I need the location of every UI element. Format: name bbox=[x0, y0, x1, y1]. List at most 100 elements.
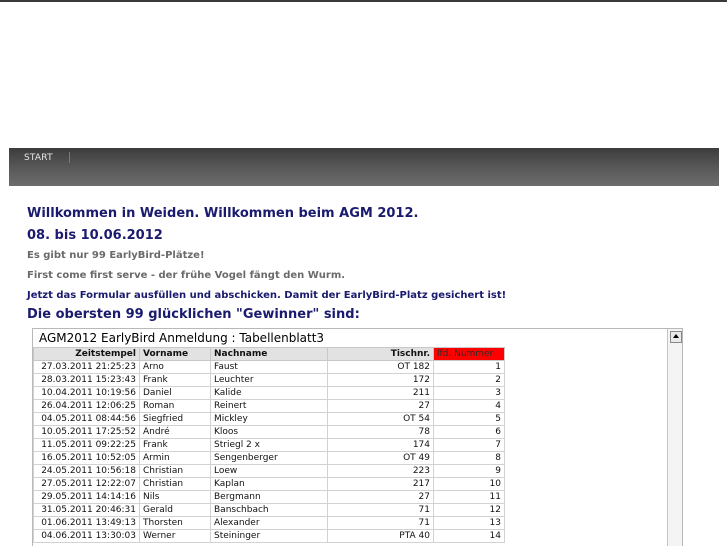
cell-nachname: Banschbach bbox=[210, 503, 328, 517]
cell-vorname: Daniel bbox=[139, 386, 211, 400]
cell-vorname: Arno bbox=[139, 360, 211, 374]
cell-tischnr: OT 182 bbox=[327, 360, 434, 374]
cell-zeitstempel: 16.05.2011 10:52:05 bbox=[33, 451, 140, 465]
table-row: 16.05.2011 10:52:05 Armin Sengenberger OT 4… bbox=[33, 451, 505, 465]
main-content: Willkommen in Weiden. Willkommen beim AG… bbox=[9, 186, 719, 546]
col-header-zeitstempel: Zeitstempel bbox=[33, 347, 140, 361]
cell-nachname: Mickley bbox=[210, 412, 328, 426]
cell-lfd-nummer: 3 bbox=[433, 386, 505, 400]
cell-vorname: André bbox=[139, 425, 211, 439]
cell-lfd-nummer: 5 bbox=[433, 412, 505, 426]
cell-tischnr: 174 bbox=[327, 438, 434, 452]
scroll-up-arrow-icon[interactable] bbox=[670, 331, 682, 343]
cell-nachname: Faust bbox=[210, 360, 328, 374]
cell-lfd-nummer: 9 bbox=[433, 464, 505, 478]
table-row: 10.04.2011 10:19:56 Daniel Kalide 211 3 bbox=[33, 386, 505, 400]
col-header-nachname: Nachname bbox=[210, 347, 328, 361]
embedded-spreadsheet[interactable]: AGM2012 EarlyBird Anmeldung : Tabellenbl… bbox=[32, 328, 683, 546]
nav-start-link[interactable]: START bbox=[24, 153, 53, 163]
cell-lfd-nummer: 1 bbox=[433, 360, 505, 374]
top-border bbox=[0, 0, 727, 2]
col-header-tischnr: Tischnr. bbox=[327, 347, 434, 361]
table-row: 04.06.2011 13:30:03 Werner Steininger PTA 4… bbox=[33, 529, 505, 543]
cell-tischnr: 172 bbox=[327, 373, 434, 387]
welcome-heading: Willkommen in Weiden. Willkommen beim AG… bbox=[27, 206, 419, 221]
cell-zeitstempel: 10.04.2011 10:19:56 bbox=[33, 386, 140, 400]
cell-zeitstempel: 11.05.2011 09:22:25 bbox=[33, 438, 140, 452]
cell-nachname: Alexander bbox=[210, 516, 328, 530]
cell-zeitstempel: 31.05.2011 20:46:31 bbox=[33, 503, 140, 517]
cell-zeitstempel: 01.06.2011 13:49:13 bbox=[33, 516, 140, 530]
table-row: 27.03.2011 21:25:23 Arno Faust OT 182 1 bbox=[33, 360, 505, 374]
cell-tischnr: 223 bbox=[327, 464, 434, 478]
cell-vorname: Werner bbox=[139, 529, 211, 543]
table-row: 11.05.2011 09:22:25 Frank Striegl 2 x 174 7 bbox=[33, 438, 505, 452]
cell-tischnr: 217 bbox=[327, 477, 434, 491]
cell-zeitstempel: 24.05.2011 10:56:18 bbox=[33, 464, 140, 478]
cell-nachname: Reinert bbox=[210, 399, 328, 413]
cell-zeitstempel: 27.03.2011 21:25:23 bbox=[33, 360, 140, 374]
cell-nachname: Bergmann bbox=[210, 490, 328, 504]
cell-nachname: Kaplan bbox=[210, 477, 328, 491]
cell-tischnr: 71 bbox=[327, 516, 434, 530]
table-row: 28.03.2011 15:23:43 Frank Leuchter 172 2 bbox=[33, 373, 505, 387]
cell-vorname: Christian bbox=[139, 464, 211, 478]
cell-tischnr: 71 bbox=[327, 503, 434, 517]
cell-lfd-nummer: 12 bbox=[433, 503, 505, 517]
cell-lfd-nummer: 10 bbox=[433, 477, 505, 491]
cell-vorname: Roman bbox=[139, 399, 211, 413]
cell-nachname: Kloos bbox=[210, 425, 328, 439]
cell-zeitstempel: 10.05.2011 17:25:52 bbox=[33, 425, 140, 439]
cell-lfd-nummer: 8 bbox=[433, 451, 505, 465]
table-row: 10.05.2011 17:25:52 André Kloos 78 6 bbox=[33, 425, 505, 439]
cell-nachname: Leuchter bbox=[210, 373, 328, 387]
nav-bar: START bbox=[9, 148, 719, 186]
cell-vorname: Frank bbox=[139, 438, 211, 452]
form-note: Jetzt das Formular ausfüllen und abschic… bbox=[27, 290, 507, 301]
table-row: 24.05.2011 10:56:18 Christian Loew 223 9 bbox=[33, 464, 505, 478]
cell-zeitstempel: 29.05.2011 14:14:16 bbox=[33, 490, 140, 504]
first-come-note: First come first serve - der frühe Vogel… bbox=[27, 270, 346, 281]
nav-separator bbox=[69, 152, 70, 163]
cell-lfd-nummer: 13 bbox=[433, 516, 505, 530]
cell-zeitstempel: 04.05.2011 08:44:56 bbox=[33, 412, 140, 426]
cell-lfd-nummer: 7 bbox=[433, 438, 505, 452]
sheet-scrollbar[interactable] bbox=[667, 329, 682, 546]
winners-table: Zeitstempel Vorname Nachname Tischnr. lf… bbox=[33, 347, 505, 543]
sheet-title: AGM2012 EarlyBird Anmeldung : Tabellenbl… bbox=[39, 331, 325, 345]
cell-tischnr: OT 54 bbox=[327, 412, 434, 426]
event-dates: 08. bis 10.06.2012 bbox=[27, 228, 163, 243]
cell-tischnr: OT 49 bbox=[327, 451, 434, 465]
cell-lfd-nummer: 4 bbox=[433, 399, 505, 413]
winners-heading: Die obersten 99 glücklichen "Gewinner" s… bbox=[27, 307, 360, 322]
cell-nachname: Sengenberger bbox=[210, 451, 328, 465]
cell-lfd-nummer: 14 bbox=[433, 529, 505, 543]
cell-lfd-nummer: 11 bbox=[433, 490, 505, 504]
cell-vorname: Siegfried bbox=[139, 412, 211, 426]
cell-nachname: Loew bbox=[210, 464, 328, 478]
cell-zeitstempel: 28.03.2011 15:23:43 bbox=[33, 373, 140, 387]
cell-tischnr: 211 bbox=[327, 386, 434, 400]
cell-vorname: Gerald bbox=[139, 503, 211, 517]
cell-zeitstempel: 27.05.2011 12:22:07 bbox=[33, 477, 140, 491]
col-header-lfd-nummer: lfd. Nummer bbox=[433, 347, 505, 361]
cell-vorname: Frank bbox=[139, 373, 211, 387]
cell-vorname: Thorsten bbox=[139, 516, 211, 530]
cell-tischnr: 27 bbox=[327, 490, 434, 504]
cell-vorname: Christian bbox=[139, 477, 211, 491]
cell-nachname: Striegl 2 x bbox=[210, 438, 328, 452]
cell-lfd-nummer: 6 bbox=[433, 425, 505, 439]
table-row: 27.05.2011 12:22:07 Christian Kaplan 217 10 bbox=[33, 477, 505, 491]
table-header-row: Zeitstempel Vorname Nachname Tischnr. lf… bbox=[33, 347, 505, 361]
table-row: 01.06.2011 13:49:13 Thorsten Alexander 71 13 bbox=[33, 516, 505, 530]
cell-zeitstempel: 26.04.2011 12:06:25 bbox=[33, 399, 140, 413]
table-row: 29.05.2011 14:14:16 Nils Bergmann 27 11 bbox=[33, 490, 505, 504]
cell-nachname: Kalide bbox=[210, 386, 328, 400]
cell-tischnr: 78 bbox=[327, 425, 434, 439]
cell-nachname: Steininger bbox=[210, 529, 328, 543]
table-row: 26.04.2011 12:06:25 Roman Reinert 27 4 bbox=[33, 399, 505, 413]
table-row: 31.05.2011 20:46:31 Gerald Banschbach 71 12 bbox=[33, 503, 505, 517]
cell-lfd-nummer: 2 bbox=[433, 373, 505, 387]
cell-vorname: Nils bbox=[139, 490, 211, 504]
cell-vorname: Armin bbox=[139, 451, 211, 465]
